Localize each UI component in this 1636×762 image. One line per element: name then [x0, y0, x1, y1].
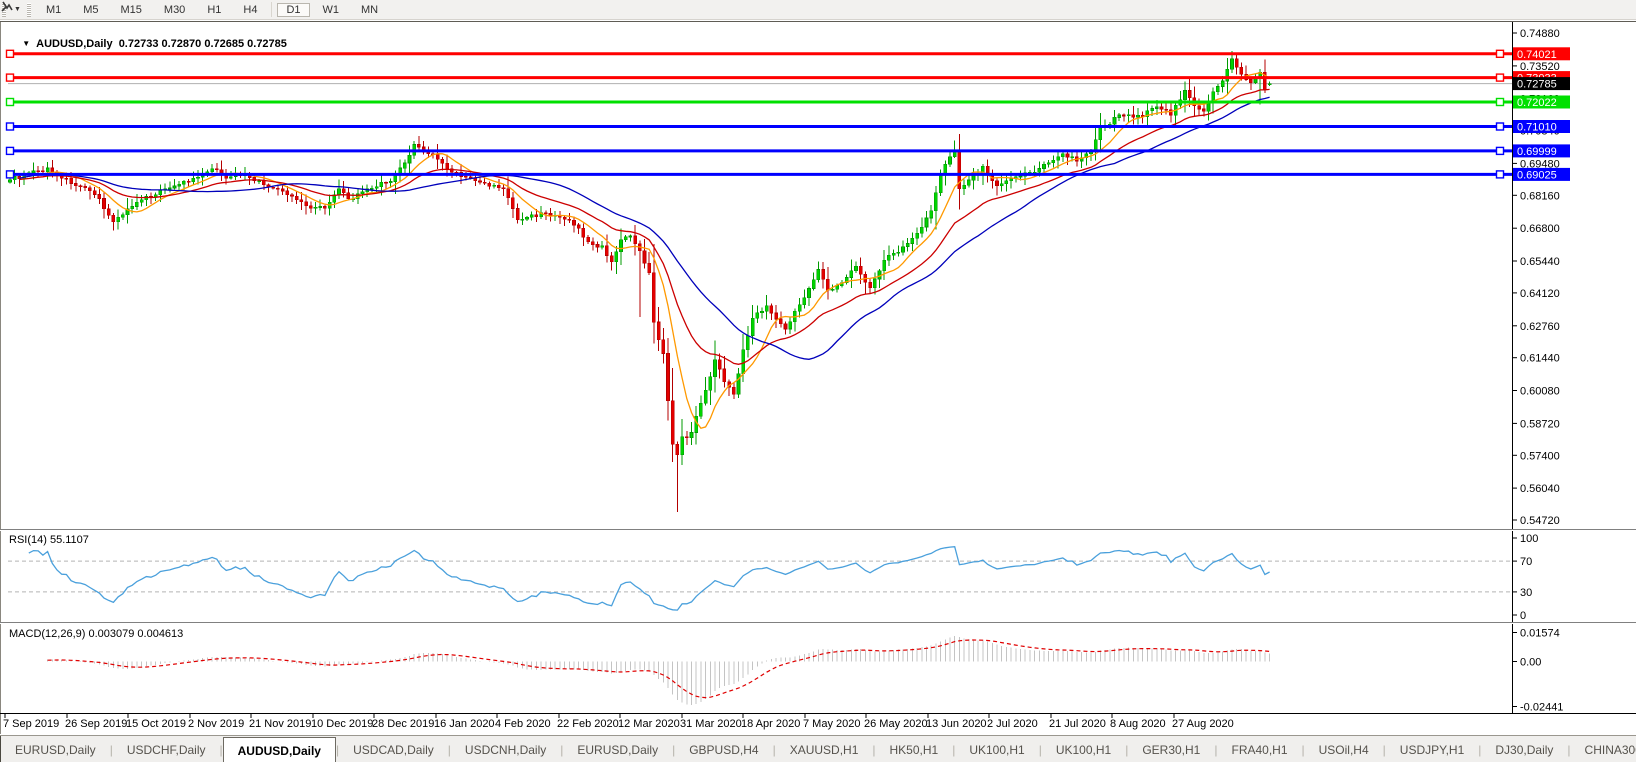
chart-type-button[interactable]: ▼ — [1, 1, 25, 14]
timeframe-button-h4[interactable]: H4 — [234, 3, 266, 17]
svg-text:0.69025: 0.69025 — [1517, 169, 1557, 181]
svg-text:0.60080: 0.60080 — [1520, 386, 1560, 398]
svg-text:0.69999: 0.69999 — [1517, 146, 1557, 158]
macd-indicator-label: MACD(12,26,9) 0.003079 0.004613 — [9, 628, 184, 640]
svg-text:27 Aug 2020: 27 Aug 2020 — [1172, 718, 1234, 730]
chevron-down-icon: ▼ — [14, 6, 21, 13]
svg-text:2 Jul 2020: 2 Jul 2020 — [987, 718, 1038, 730]
svg-text:12 Mar 2020: 12 Mar 2020 — [618, 718, 680, 730]
svg-text:15 Oct 2019: 15 Oct 2019 — [126, 718, 186, 730]
timeframe-button-m5[interactable]: M5 — [74, 3, 107, 17]
chart-title: ▼ AUDUSD,Daily 0.72733 0.72870 0.72685 0.… — [10, 26, 287, 62]
svg-text:21 Nov 2019: 21 Nov 2019 — [249, 718, 311, 730]
timeframe-button-mn[interactable]: MN — [352, 3, 387, 17]
timeframe-button-m1[interactable]: M1 — [37, 3, 70, 17]
svg-text:0.56040: 0.56040 — [1520, 483, 1560, 495]
toolbar-grip[interactable] — [26, 2, 31, 17]
rsi-indicator-label: RSI(14) 55.1107 — [9, 534, 89, 546]
tab-usdjpy-h1[interactable]: USDJPY,H1 — [1386, 736, 1478, 762]
symbol-tab-bar: EURUSD,Daily | USDCHF,Daily | AUDUSD,Daily | U… — [0, 735, 1636, 762]
timeframe-toolbar: ▼ M1 M5 M15 M30 H1 H4 D1 W1 MN — [0, 0, 1636, 20]
timeframe-button-h1[interactable]: H1 — [198, 3, 230, 17]
svg-text:0.66800: 0.66800 — [1520, 223, 1560, 235]
svg-text:10 Dec 2019: 10 Dec 2019 — [311, 718, 373, 730]
tab-uk100-h1[interactable]: UK100,H1 — [955, 736, 1038, 762]
svg-text:30: 30 — [1520, 587, 1532, 599]
tab-eurusd-daily[interactable]: EURUSD,Daily — [563, 736, 672, 762]
timeframe-button-w1[interactable]: W1 — [314, 3, 349, 17]
tab-eurusd-daily[interactable]: EURUSD,Daily — [1, 736, 110, 762]
svg-text:0.64120: 0.64120 — [1520, 288, 1560, 300]
svg-text:0.68160: 0.68160 — [1520, 190, 1560, 202]
tab-usdcnh-daily[interactable]: USDCNH,Daily — [451, 736, 560, 762]
tab-gbpusd-h4[interactable]: GBPUSD,H4 — [675, 736, 772, 762]
chart-ohlc-values: 0.72733 0.72870 0.72685 0.72785 — [118, 38, 287, 50]
svg-text:0.74021: 0.74021 — [1517, 49, 1557, 61]
timeframe-button-m15[interactable]: M15 — [112, 3, 151, 17]
svg-text:0.01574: 0.01574 — [1520, 627, 1560, 639]
svg-text:13 Jun 2020: 13 Jun 2020 — [926, 718, 987, 730]
tab-usdcad-daily[interactable]: USDCAD,Daily — [339, 736, 448, 762]
svg-text:-0.02441: -0.02441 — [1520, 701, 1563, 713]
svg-text:0.71010: 0.71010 — [1517, 122, 1557, 134]
tab-usdchf-daily[interactable]: USDCHF,Daily — [113, 736, 220, 762]
svg-text:0.72785: 0.72785 — [1517, 79, 1557, 91]
tab-uk100-h1[interactable]: UK100,H1 — [1042, 736, 1125, 762]
svg-text:22 Feb 2020: 22 Feb 2020 — [557, 718, 619, 730]
tab-usoil-h4[interactable]: USOil,H4 — [1305, 736, 1383, 762]
svg-text:26 May 2020: 26 May 2020 — [864, 718, 928, 730]
tab-china300-h1[interactable]: CHINA300,H1 — [1571, 736, 1636, 762]
tab-dj30-daily[interactable]: DJ30,Daily — [1481, 736, 1567, 762]
tab-hk50-h1[interactable]: HK50,H1 — [876, 736, 953, 762]
svg-text:0.00: 0.00 — [1520, 656, 1541, 668]
timeframe-button-m30[interactable]: M30 — [155, 3, 194, 17]
svg-text:4 Feb 2020: 4 Feb 2020 — [495, 718, 551, 730]
tab-xauusd-h1[interactable]: XAUUSD,H1 — [776, 736, 873, 762]
chart-symbol-label: AUDUSD,Daily — [36, 38, 113, 50]
svg-text:8 Aug 2020: 8 Aug 2020 — [1110, 718, 1166, 730]
tab-audusd-daily[interactable]: AUDUSD,Daily — [222, 737, 336, 762]
svg-text:0.57400: 0.57400 — [1520, 450, 1560, 462]
svg-text:0.72022: 0.72022 — [1517, 97, 1557, 109]
svg-text:0.65440: 0.65440 — [1520, 256, 1560, 268]
svg-text:7 Sep 2019: 7 Sep 2019 — [3, 718, 59, 730]
triangle-down-icon[interactable]: ▼ — [22, 39, 30, 48]
tab-ger30-h1[interactable]: GER30,H1 — [1128, 736, 1214, 762]
svg-text:18 Apr 2020: 18 Apr 2020 — [741, 718, 800, 730]
svg-text:0.54720: 0.54720 — [1520, 515, 1560, 527]
svg-text:28 Dec 2019: 28 Dec 2019 — [372, 718, 434, 730]
svg-text:0.74880: 0.74880 — [1520, 28, 1560, 40]
svg-text:100: 100 — [1520, 533, 1538, 545]
svg-text:0: 0 — [1520, 610, 1526, 622]
svg-text:21 Jul 2020: 21 Jul 2020 — [1049, 718, 1106, 730]
chart-canvas[interactable]: 0.748800.735200.721600.708400.694800.681… — [0, 0, 1636, 762]
svg-text:0.61440: 0.61440 — [1520, 353, 1560, 365]
timeframe-button-d1[interactable]: D1 — [277, 2, 310, 17]
svg-text:2 Nov 2019: 2 Nov 2019 — [188, 718, 244, 730]
candlestick-chart-icon — [1, 1, 13, 12]
tab-fra40-h1[interactable]: FRA40,H1 — [1217, 736, 1301, 762]
svg-text:7 May 2020: 7 May 2020 — [803, 718, 860, 730]
svg-text:16 Jan 2020: 16 Jan 2020 — [434, 718, 495, 730]
svg-text:0.62760: 0.62760 — [1520, 321, 1560, 333]
svg-text:31 Mar 2020: 31 Mar 2020 — [680, 718, 742, 730]
svg-text:0.58720: 0.58720 — [1520, 418, 1560, 430]
svg-text:70: 70 — [1520, 556, 1532, 568]
svg-text:26 Sep 2019: 26 Sep 2019 — [65, 718, 127, 730]
